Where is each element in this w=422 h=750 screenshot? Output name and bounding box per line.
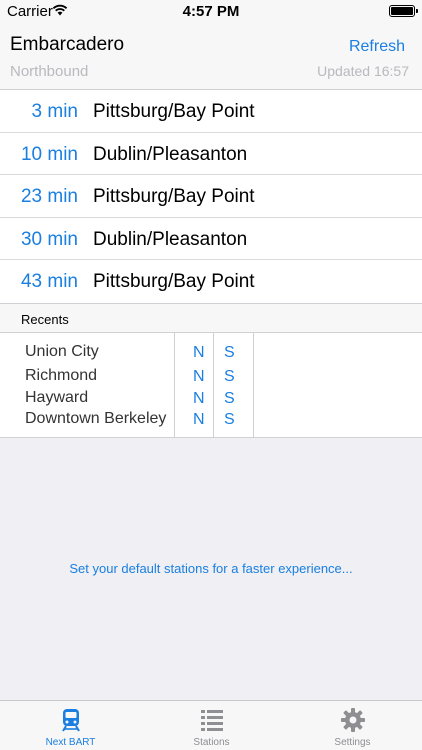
northbound-button[interactable]: N [193,368,205,386]
tab-label: Settings [334,737,371,748]
southbound-button[interactable]: S [224,411,235,429]
southbound-button[interactable]: S [224,368,235,386]
battery-icon [389,5,418,17]
direction-label[interactable]: Northbound [10,63,88,80]
departure-destination: Pittsburg/Bay Point [93,271,255,293]
departure-destination: Dublin/Pleasanton [93,143,248,165]
list-icon [200,710,223,731]
departure-row[interactable]: 43 min Pittsburg/Bay Point [0,260,422,303]
status-bar: Carrier 4:57 PM [0,0,422,22]
departure-row[interactable]: 30 min Dublin/Pleasanton [0,218,422,261]
recents-title: Recents [21,312,69,327]
recents-list: Union City N S Richmond N S Hayward N S … [0,333,422,438]
departure-destination: Dublin/Pleasanton [93,228,248,250]
recent-station-name[interactable]: Hayward [25,389,88,407]
tab-next-bart[interactable]: Next BART [0,701,141,750]
status-time: 4:57 PM [182,3,240,20]
recent-station-name[interactable]: Richmond [25,367,97,385]
recent-station-row: Richmond N S [0,367,422,389]
recent-station-row: Union City N S [0,343,422,365]
station-header: Embarcadero Northbound Refresh Updated 1… [0,22,422,90]
departure-minutes: 30 min [20,228,78,250]
departure-row[interactable]: 10 min Dublin/Pleasanton [0,133,422,176]
tab-settings[interactable]: Settings [282,701,422,750]
departure-minutes: 10 min [20,143,78,165]
northbound-button[interactable]: N [193,344,205,362]
departure-minutes: 43 min [20,271,78,293]
recents-section-header: Recents [0,303,422,333]
departure-row[interactable]: 23 min Pittsburg/Bay Point [0,175,422,218]
recent-station-row: Hayward N S [0,389,422,411]
departure-destination: Pittsburg/Bay Point [93,186,255,208]
default-stations-link[interactable]: Set your default stations for a faster e… [0,561,422,576]
refresh-button[interactable]: Refresh [349,38,405,56]
northbound-button[interactable]: N [193,411,205,429]
recent-station-name[interactable]: Union City [25,343,99,361]
southbound-button[interactable]: S [224,344,235,362]
updated-timestamp: Updated 16:57 [317,63,409,79]
train-icon [61,709,80,732]
station-name[interactable]: Embarcadero [10,34,124,56]
departure-minutes: 3 min [31,101,78,122]
tab-label: Stations [193,737,230,748]
southbound-button[interactable]: S [224,390,235,408]
gear-icon [340,708,365,732]
tab-label: Next BART [45,737,96,748]
recent-station-row: Downtown Berkeley N S [0,410,422,432]
tab-bar: Next BART Stations Settings [0,700,422,750]
departure-minutes: 23 min [20,186,78,208]
departures-list: 3 min Pittsburg/Bay Point 10 min Dublin/… [0,90,422,303]
recent-station-name[interactable]: Downtown Berkeley [25,410,166,428]
tab-stations[interactable]: Stations [141,701,282,750]
departure-row[interactable]: 3 min Pittsburg/Bay Point [0,90,422,133]
northbound-button[interactable]: N [193,390,205,408]
departure-destination: Pittsburg/Bay Point [93,101,255,122]
